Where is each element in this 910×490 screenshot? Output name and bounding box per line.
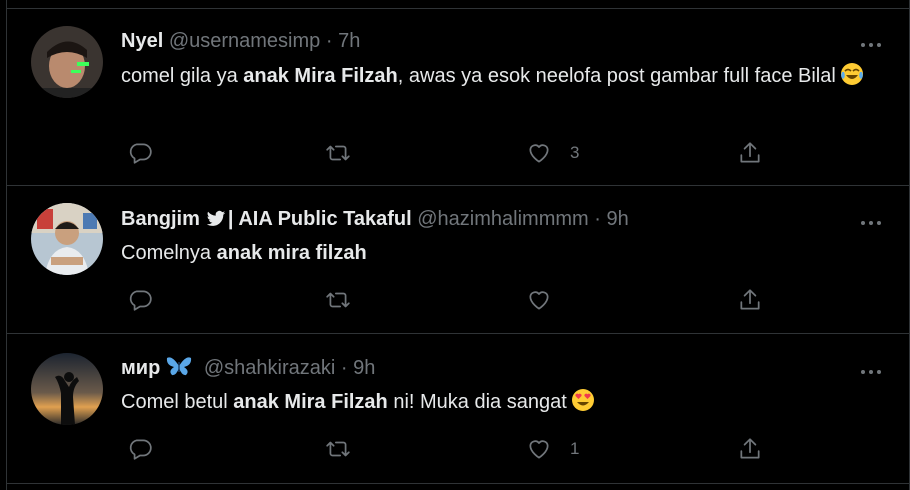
timeline: Nyel @usernamesimp · 7h comel gila ya an… [6, 0, 910, 490]
avatar[interactable] [31, 353, 103, 425]
tweet-text-highlight: anak Mira Filzah [243, 65, 398, 87]
avatar[interactable] [31, 203, 103, 275]
user-handle[interactable]: @shahkirazaki [204, 357, 335, 379]
user-name[interactable]: мир [121, 357, 160, 379]
user-handle[interactable]: @usernamesimp [169, 30, 320, 52]
like-button[interactable]: 1 [526, 434, 579, 464]
share-button[interactable] [737, 434, 763, 464]
tweet-text-part: Comelnya [121, 242, 217, 264]
heart-icon [529, 144, 549, 163]
separator: · [594, 208, 601, 230]
tweet-text: comel gila ya anak Mira Filzah, awas ya … [121, 61, 891, 91]
retweet-icon [326, 441, 350, 457]
separator: · [325, 30, 333, 52]
user-name[interactable]: Bangjim [121, 208, 200, 230]
tweet-text-highlight: anak Mira Filzah [233, 391, 388, 413]
tweet-header: Nyel @usernamesimp · 7h [121, 28, 360, 54]
reply-icon [129, 290, 152, 311]
tweet-text: Comel betul anak Mira Filzah ni! Muka di… [121, 387, 891, 417]
tweet[interactable]: мир @shahkirazaki · 9h Comel betul anak … [7, 334, 909, 484]
tweet[interactable]: Nyel @usernamesimp · 7h comel gila ya an… [7, 8, 909, 186]
user-name-suffix[interactable]: | AIA Public Takaful [228, 208, 412, 230]
user-handle[interactable]: @hazimhalimmmm [417, 208, 588, 230]
separator: · [340, 357, 348, 379]
more-options-icon[interactable] [859, 215, 883, 225]
reply-icon [129, 439, 152, 460]
like-button[interactable]: 3 [526, 138, 579, 168]
reply-button[interactable] [127, 138, 153, 168]
tweet-actions [121, 285, 781, 315]
retweet-icon [326, 292, 350, 308]
timestamp[interactable]: 9h [606, 208, 628, 230]
reply-button[interactable] [127, 285, 153, 315]
avatar[interactable] [31, 26, 103, 98]
retweet-button[interactable] [325, 434, 351, 464]
retweet-button[interactable] [325, 285, 351, 315]
more-options-icon[interactable] [859, 37, 883, 47]
tweet-actions: 3 [121, 138, 781, 168]
tweet-actions: 1 [121, 434, 781, 464]
like-count: 3 [570, 143, 580, 162]
heart-icon [529, 440, 549, 459]
tweet-text-part: Comel betul [121, 391, 234, 413]
face-with-tears-of-joy-icon [840, 62, 864, 86]
user-name[interactable]: Nyel [121, 30, 163, 52]
share-icon [740, 289, 760, 310]
tweet-header: Bangjim | AIA Public Takaful @hazimhalimm… [121, 206, 629, 232]
smiling-face-with-heart-eyes-icon [571, 388, 595, 412]
tweet-text-part: ni! Muka dia sangat [387, 391, 567, 413]
timestamp[interactable]: 7h [338, 30, 360, 52]
tweet-text-part: , awas ya esok neelofa post gambar full … [397, 65, 836, 87]
more-options-icon[interactable] [859, 364, 883, 374]
share-button[interactable] [737, 285, 763, 315]
like-count: 1 [570, 439, 580, 458]
share-icon [740, 142, 760, 163]
heart-icon [529, 291, 549, 310]
tweet-text-highlight: anak mira filzah [216, 242, 367, 264]
share-button[interactable] [737, 138, 763, 168]
tweet[interactable]: Bangjim | AIA Public Takaful @hazimhalimm… [7, 186, 909, 334]
tweet-text: Comelnya anak mira filzah [121, 238, 891, 268]
reply-icon [129, 143, 152, 164]
like-button[interactable] [526, 285, 570, 315]
butterfly-icon [166, 355, 192, 384]
twitter-bird-icon [206, 209, 226, 235]
retweet-button[interactable] [325, 138, 351, 168]
tweet-header: мир @shahkirazaki · 9h [121, 355, 375, 381]
reply-button[interactable] [127, 434, 153, 464]
share-icon [740, 438, 760, 459]
retweet-icon [326, 145, 350, 161]
timestamp[interactable]: 9h [353, 357, 375, 379]
tweet-text-part: comel gila ya [121, 65, 244, 87]
